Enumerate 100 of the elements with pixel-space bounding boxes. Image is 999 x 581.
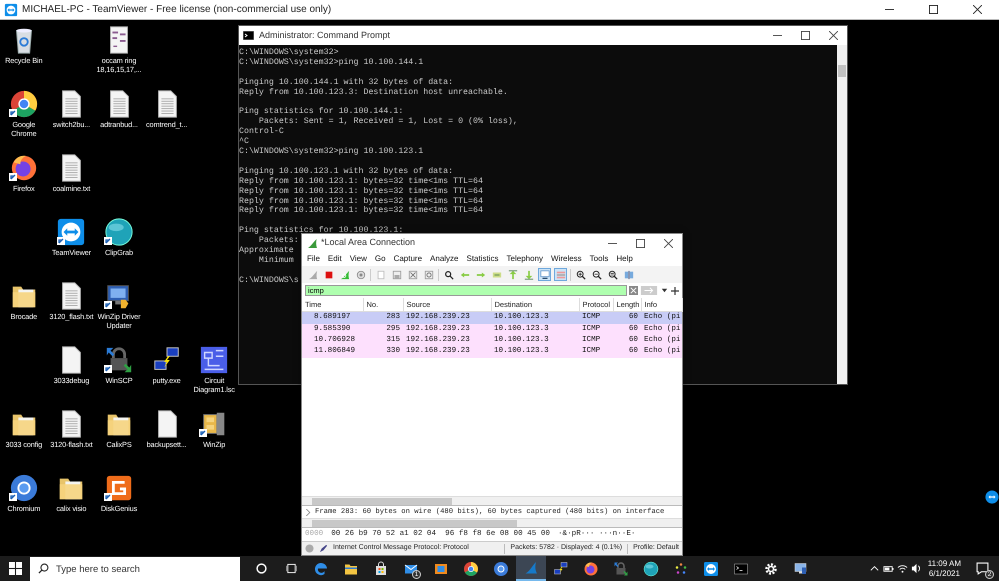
resize-columns-icon [624,270,634,280]
teamviewer-icon[interactable] [56,217,86,247]
resize-columns-button[interactable] [622,268,635,281]
close-icon [972,5,982,14]
menu-item[interactable]: Wireless [551,253,582,265]
console-line: C:\WINDOWS\system32>ping 10.100.123.1 [239,147,424,157]
vertical-scrollbar[interactable] [837,45,847,384]
console-line: Control-C [239,127,284,138]
menu-item[interactable]: Go [374,253,386,265]
clear-filter-button[interactable] [629,286,638,295]
jump-icon [492,270,502,280]
gear-button[interactable] [354,268,367,281]
edge-icon [313,560,329,576]
zoom-normal-icon [608,270,618,280]
filter-dropdown-button[interactable] [660,286,669,295]
clipgrab-icon [643,560,659,576]
zoom-in-button[interactable] [574,268,587,281]
chrome-icon [463,560,479,576]
autoscroll-button[interactable] [538,268,551,281]
console-line: Packets: [258,236,299,246]
search-field[interactable]: Type here to search [30,557,240,581]
shark-fin-icon [308,270,318,280]
speaker-icon [911,563,922,574]
restart-icon [340,270,350,280]
search-button[interactable] [442,268,455,281]
close-icon [664,238,672,248]
network-computers-icon [553,560,569,576]
close-file-button[interactable] [406,268,419,281]
close-file-icon [408,270,418,280]
reload-icon [424,270,434,280]
horizontal-scrollbar[interactable] [302,496,682,505]
chromium-icon [493,560,509,576]
circle-icon [256,563,266,574]
colorize-button[interactable] [554,268,567,281]
console-line: C:\WINDOWS\s [239,276,299,286]
horizontal-scrollbar[interactable] [302,518,682,527]
chrome-icon[interactable] [8,89,39,119]
console-line: Minimum [258,256,294,266]
shark-fin-icon [307,238,318,248]
colorize-icon [556,270,566,280]
menu-item[interactable]: Analyze [430,253,458,265]
maximize-icon [636,238,644,248]
menu-item[interactable]: Help [616,253,633,265]
terminal-icon [733,560,749,576]
console-line: ^C [239,137,249,147]
menu-item[interactable]: Statistics [466,253,499,265]
shopping-bag-icon [373,560,389,576]
autoscroll-icon [540,270,550,280]
teamviewer-icon[interactable] [985,490,999,504]
gear-icon [356,270,366,280]
menu-item[interactable]: Edit [328,253,342,265]
up-arrow-button[interactable] [506,268,519,281]
stop-icon [324,270,334,280]
search-icon [444,270,454,280]
window-title: MICHAEL-PC - TeamViewer - Free license (non-commercial use only) [22,3,332,17]
search-icon [38,563,49,574]
console-line: Reply from 10.100.123.1: bytes=32 time<1ms TTL=64 [239,176,483,187]
menu-item[interactable]: File [307,253,320,265]
console-line: Reply from 10.100.123.1: bytes=32 time<1ms TTL=64 [239,196,483,206]
plus-icon [671,286,679,294]
terminal-icon [243,31,254,40]
clear-icon [629,286,638,295]
circuit-diagram-icon[interactable] [199,345,230,375]
save-icon [392,270,402,280]
menu-item[interactable]: Telephony [506,253,543,265]
message-icon [976,562,988,575]
window-title: Administrator: Command Prompt [259,28,392,42]
down-arrow-icon [524,270,534,280]
close-icon [828,31,838,40]
save-button[interactable] [390,268,403,281]
console-line: C:\WINDOWS\system32>ping 10.100.144.1 [239,58,424,68]
console-line: Approximate [239,246,294,256]
scrollbar-thumb[interactable] [312,498,452,505]
windows-logo-icon [8,562,22,575]
scrollbar-thumb[interactable] [838,65,846,77]
menu-item[interactable]: Capture [394,253,422,265]
console-line: Ping statistics for 10.100.144.1: [239,107,404,117]
clipgrab-icon[interactable] [104,217,134,247]
reload-button[interactable] [422,268,435,281]
zoom-out-icon [592,270,602,280]
firefox-icon [583,560,599,576]
zoom-normal-button[interactable] [606,268,619,281]
down-arrow-button[interactable] [522,268,535,281]
dots-icon [673,560,689,576]
console-line: Pinging 10.100.123.1 with 32 bytes of data: [239,166,454,177]
menu-item[interactable]: View [350,253,367,265]
menu-item[interactable]: Tools [590,253,608,265]
clock-button[interactable]: 11:09 AM 6/1/2021 [924,558,965,578]
teamviewer-icon [4,2,18,16]
settings-icon [763,560,779,576]
up-arrow-icon [508,270,518,280]
zoom-in-icon [576,270,586,280]
zoom-out-button[interactable] [590,268,603,281]
add-filter-button[interactable] [671,286,679,294]
scrollbar-thumb[interactable] [312,520,517,527]
chromium-icon[interactable] [8,473,39,503]
console-line: Ping statistics for 10.100.123.1: [239,226,404,236]
console-line: C:\WINDOWS\system32> [239,48,339,58]
pen-icon[interactable] [319,544,328,553]
teamviewer-icon [703,560,719,576]
